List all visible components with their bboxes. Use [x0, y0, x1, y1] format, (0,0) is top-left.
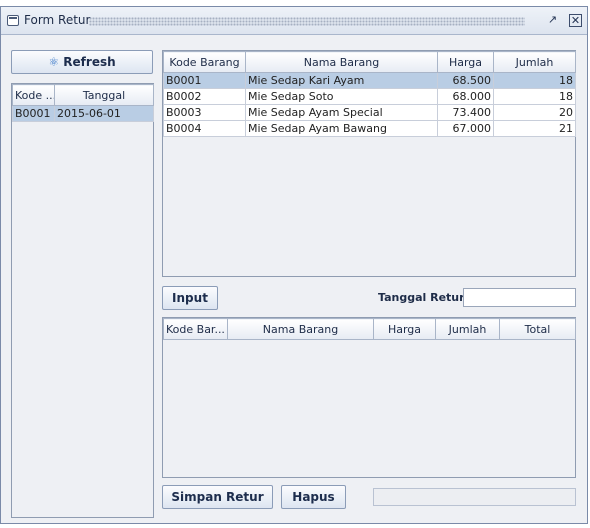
restore-icon[interactable]: ↗ [546, 14, 559, 27]
status-field [373, 488, 576, 506]
cell-kode: B0001 [12, 105, 55, 122]
title-bar[interactable]: Form Retur ↗ ✕ [1, 7, 587, 35]
barang-table: Kode Barang Nama Barang Harga Jumlah B00… [163, 51, 576, 137]
cell-harga: 68.000 [437, 88, 494, 105]
cell-harga: 73.400 [437, 104, 494, 121]
simpan-retur-button[interactable]: Simpan Retur [162, 485, 273, 509]
refresh-icon: ⚛ [48, 55, 60, 69]
tanggal-retur-input[interactable] [463, 288, 576, 307]
table-row[interactable]: B0004 Mie Sedap Ayam Bawang 67.000 21 [163, 120, 576, 137]
refresh-label: Refresh [63, 55, 116, 69]
table-row[interactable]: B0001 2015-06-01 [12, 105, 154, 122]
hapus-button[interactable]: Hapus [281, 485, 346, 509]
cell-kode: B0001 [163, 72, 246, 89]
refresh-button[interactable]: ⚛ Refresh [11, 50, 153, 74]
tanggal-retur-label: Tanggal Retur [378, 291, 465, 304]
col-header-jumlah[interactable]: Jumlah [493, 51, 576, 73]
close-icon[interactable]: ✕ [569, 14, 582, 27]
table-row[interactable]: B0001 Mie Sedap Kari Ayam 68.500 18 [163, 72, 576, 89]
retur-detail-table: Kode Bar... Nama Barang Harga Jumlah Tot… [163, 318, 576, 340]
window-icon [7, 15, 19, 26]
barang-table-panel: Kode Barang Nama Barang Harga Jumlah B00… [162, 50, 576, 277]
table-row[interactable]: B0003 Mie Sedap Ayam Special 73.400 20 [163, 104, 576, 121]
cell-harga: 67.000 [437, 120, 494, 137]
col-header-jumlah[interactable]: Jumlah [435, 318, 500, 340]
cell-kode: B0004 [163, 120, 246, 137]
table-row[interactable]: B0002 Mie Sedap Soto 68.000 18 [163, 88, 576, 105]
retur-list-table: Kode ... Tanggal B0001 2015-06-01 [12, 84, 154, 122]
col-header-kode-barang[interactable]: Kode Barang [163, 51, 246, 73]
cell-jumlah: 21 [493, 120, 576, 137]
form-retur-window: Form Retur ↗ ✕ ⚛ Refresh Kode ... Tangga… [0, 6, 588, 524]
cell-kode: B0002 [163, 88, 246, 105]
title-grip [89, 17, 525, 26]
retur-list-panel: Kode ... Tanggal B0001 2015-06-01 [11, 83, 154, 518]
cell-nama: Mie Sedap Ayam Bawang [245, 120, 438, 137]
cell-jumlah: 20 [493, 104, 576, 121]
cell-nama: Mie Sedap Soto [245, 88, 438, 105]
col-header-nama-barang[interactable]: Nama Barang [227, 318, 374, 340]
cell-jumlah: 18 [493, 88, 576, 105]
cell-kode: B0003 [163, 104, 246, 121]
input-button[interactable]: Input [162, 286, 218, 310]
col-header-kode-barang[interactable]: Kode Bar... [163, 318, 228, 340]
cell-tanggal: 2015-06-01 [54, 105, 154, 122]
col-header-tanggal[interactable]: Tanggal [54, 84, 154, 106]
retur-detail-panel: Kode Bar... Nama Barang Harga Jumlah Tot… [162, 317, 576, 478]
col-header-harga[interactable]: Harga [373, 318, 436, 340]
col-header-nama-barang[interactable]: Nama Barang [245, 51, 438, 73]
col-header-total[interactable]: Total [499, 318, 576, 340]
col-header-harga[interactable]: Harga [437, 51, 494, 73]
window-title: Form Retur [24, 13, 91, 27]
col-header-kode[interactable]: Kode ... [12, 84, 55, 106]
cell-nama: Mie Sedap Kari Ayam [245, 72, 438, 89]
cell-jumlah: 18 [493, 72, 576, 89]
cell-nama: Mie Sedap Ayam Special [245, 104, 438, 121]
cell-harga: 68.500 [437, 72, 494, 89]
